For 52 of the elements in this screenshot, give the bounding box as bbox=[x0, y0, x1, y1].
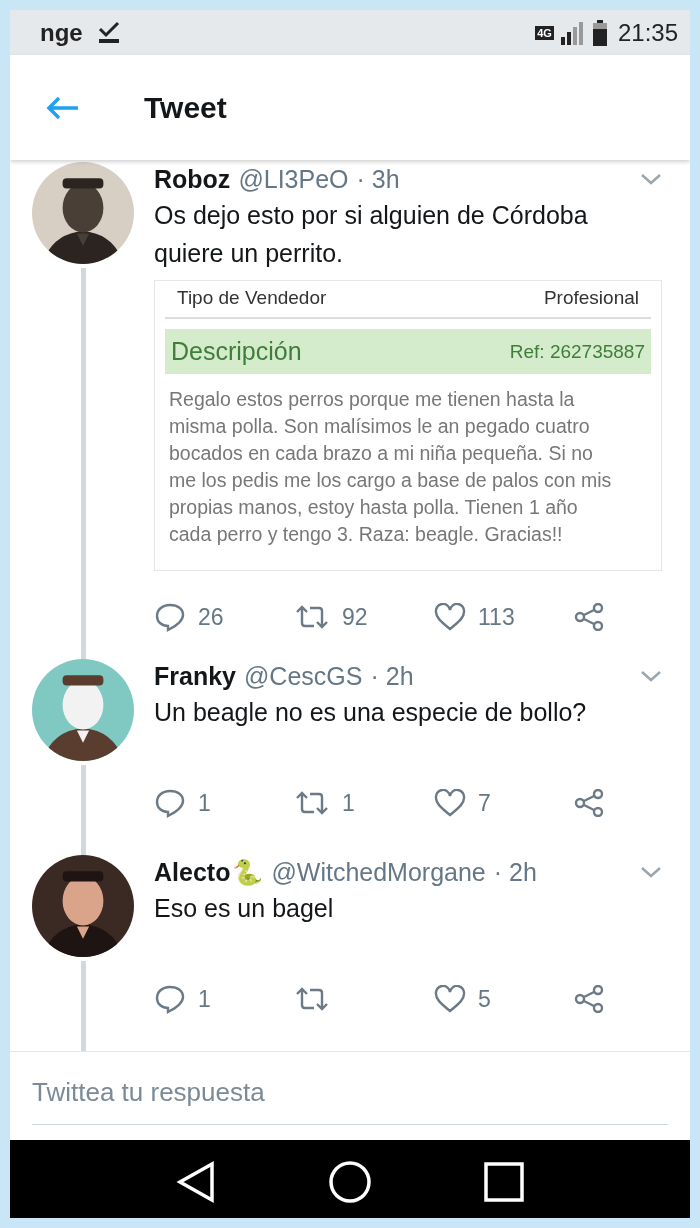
user-name[interactable]: Roboz bbox=[154, 164, 231, 194]
heart-icon[interactable] bbox=[434, 603, 466, 631]
carrier-name: nge bbox=[40, 18, 83, 47]
share-icon[interactable] bbox=[574, 789, 604, 817]
battery-icon bbox=[591, 19, 608, 46]
tweet-text: Un beagle no es una especie de bollo? bbox=[154, 697, 588, 728]
download-icon bbox=[96, 20, 121, 45]
description-text: Regalo estos perros porque me tienen hasta la misma polla. Son malísimos le an pegado cuatro bocados en cada brazo a mi niña pequeña. Si no me los pedis me los cargo a base de palos con mis propias manos, estoy hasta polla. Tienen 1 año cada perro y tengo 3. Raza: beagle. Gracias!! bbox=[168, 387, 613, 547]
chevron-down-icon[interactable] bbox=[640, 865, 662, 879]
timestamp: · 2h bbox=[493, 857, 537, 887]
back-icon[interactable] bbox=[176, 1160, 216, 1204]
home-icon[interactable] bbox=[328, 1160, 372, 1204]
reply-count: 1 bbox=[198, 985, 211, 1013]
reply-count: 26 bbox=[198, 603, 224, 631]
timestamp: · 2h bbox=[370, 661, 414, 691]
user-handle[interactable]: @LI3PeO bbox=[238, 164, 349, 194]
like-count: 7 bbox=[478, 789, 491, 817]
retweet-icon[interactable] bbox=[294, 986, 330, 1012]
retweet-icon[interactable] bbox=[294, 790, 330, 816]
page-title: Tweet bbox=[144, 90, 227, 125]
signal-icon bbox=[559, 20, 586, 45]
seller-label: Tipo de Vendedor bbox=[177, 287, 327, 309]
chevron-down-icon[interactable] bbox=[640, 669, 662, 683]
reply-icon[interactable] bbox=[154, 602, 186, 632]
back-arrow-icon[interactable] bbox=[46, 95, 80, 120]
reply-icon[interactable] bbox=[154, 788, 186, 818]
section-title: Descripción bbox=[171, 337, 302, 366]
heart-icon[interactable] bbox=[434, 985, 466, 1013]
chevron-down-icon[interactable] bbox=[640, 172, 662, 186]
user-name[interactable]: Franky bbox=[154, 661, 236, 691]
user-name[interactable]: Alecto bbox=[154, 857, 231, 887]
user-handle[interactable]: @WitchedMorgane bbox=[271, 857, 486, 887]
seller-value: Profesional bbox=[543, 287, 639, 309]
retweet-count: 92 bbox=[342, 603, 368, 631]
retweet-count: 1 bbox=[342, 789, 355, 817]
user-handle[interactable]: @CescGS bbox=[244, 661, 363, 691]
reply-count: 1 bbox=[198, 789, 211, 817]
heart-icon[interactable] bbox=[434, 789, 466, 817]
clock: 21:35 bbox=[617, 18, 678, 47]
tweet-text: Eso es un bagel bbox=[154, 893, 335, 924]
reference-number: Ref: 262735887 bbox=[509, 340, 645, 363]
like-count: 5 bbox=[478, 985, 491, 1013]
retweet-icon[interactable] bbox=[294, 604, 330, 630]
snake-emoji: 🐍 bbox=[232, 857, 264, 887]
timestamp: · 3h bbox=[356, 164, 400, 194]
share-icon[interactable] bbox=[574, 985, 604, 1013]
like-count: 113 bbox=[478, 603, 515, 631]
share-icon[interactable] bbox=[574, 603, 604, 631]
recent-apps-icon[interactable] bbox=[484, 1162, 524, 1202]
tweet-text: Os dejo esto por si alguien de Córdoba quiere un perrito. bbox=[154, 200, 589, 269]
reply-icon[interactable] bbox=[154, 984, 186, 1014]
network-badge: 4G bbox=[535, 25, 554, 40]
